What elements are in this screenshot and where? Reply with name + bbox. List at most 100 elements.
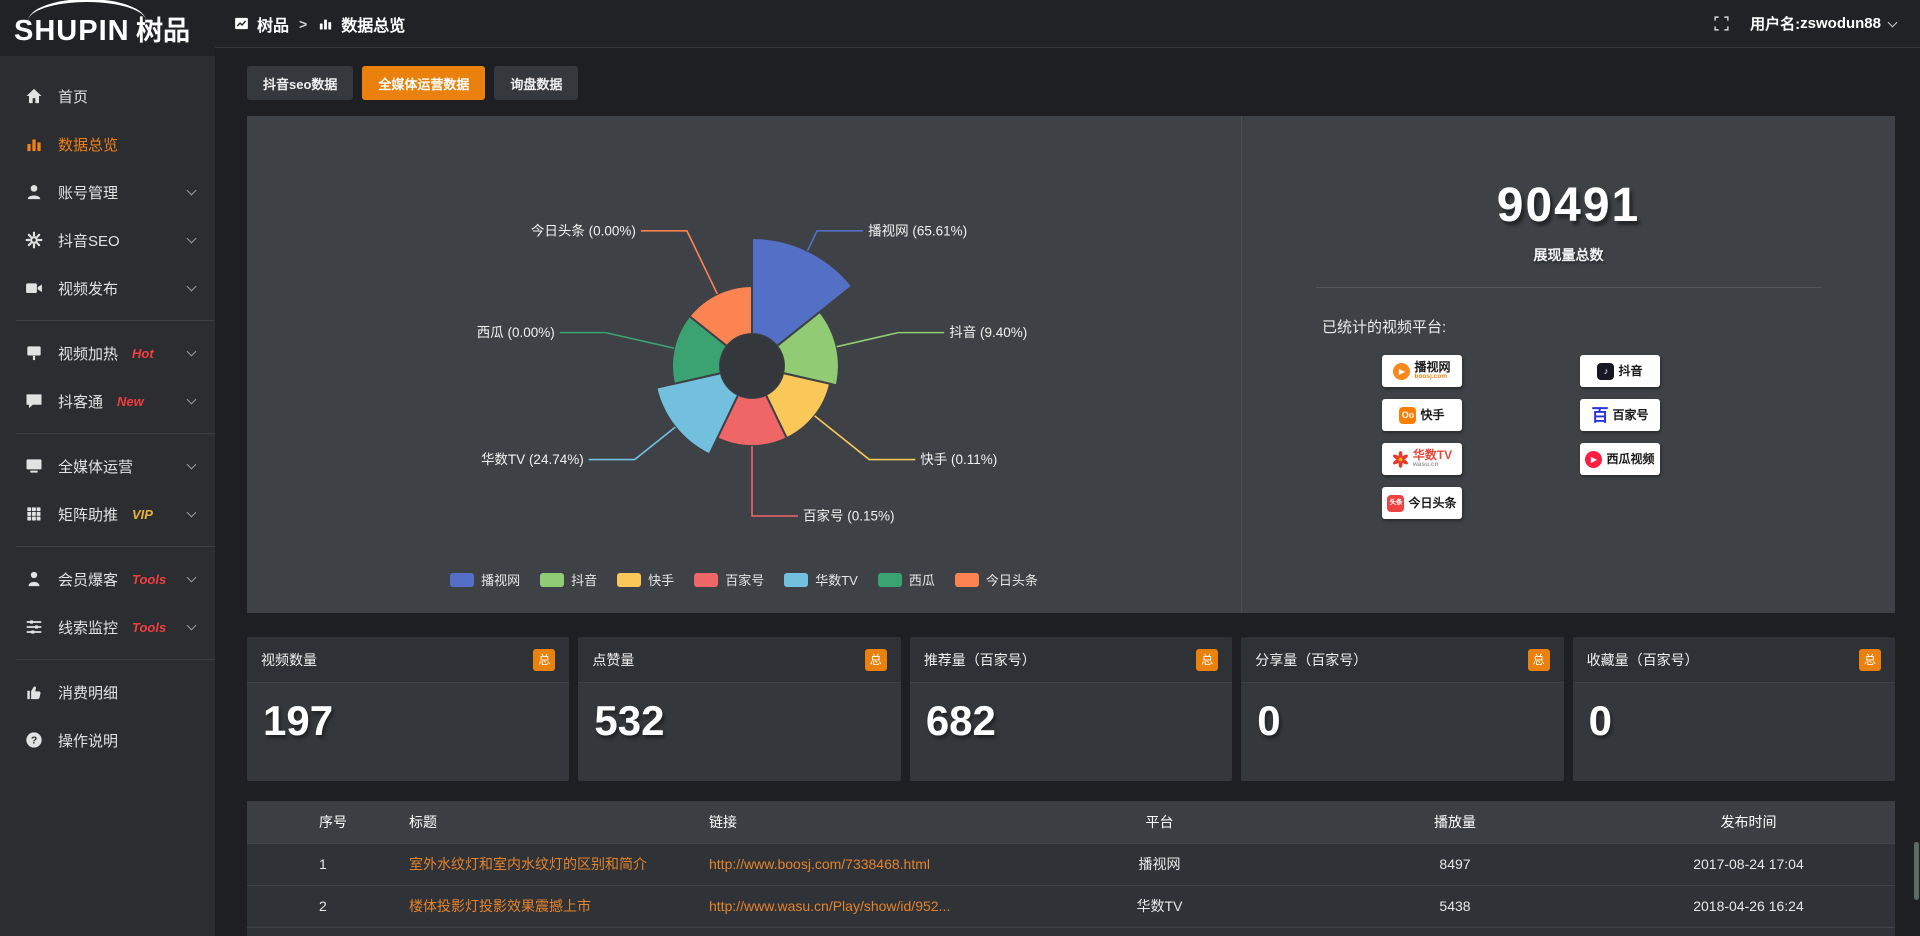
stat-card-total-badge[interactable]: 总 <box>533 649 555 671</box>
sidebar-item-label: 首页 <box>58 86 88 107</box>
cell-title[interactable]: 室外水纹灯和室内水纹灯的区别和简介 <box>401 843 701 885</box>
legend-swatch-icon <box>878 573 902 587</box>
platform-text: 今日头条 <box>1408 497 1456 510</box>
gear-icon <box>24 230 44 250</box>
video-table: 序号标题链接平台播放量发布时间 1室外水纹灯和室内水纹灯的区别和简介http:/… <box>247 801 1895 936</box>
sidebar-menu: 首页数据总览账号管理抖音SEO视频发布视频加热Hot抖客通New全媒体运营矩阵助… <box>0 56 215 936</box>
cell-link-url[interactable] <box>701 927 1011 936</box>
sidebar-item-1-1[interactable]: 抖客通New <box>0 377 215 425</box>
video-camera-icon <box>24 278 44 298</box>
bar-chart-icon <box>317 15 334 32</box>
cell-title[interactable] <box>401 927 701 936</box>
scrollbar-thumb[interactable] <box>1914 842 1919 900</box>
stat-card-total-badge[interactable]: 总 <box>865 649 887 671</box>
legend-item-6[interactable]: 今日头条 <box>955 570 1038 589</box>
pie-label-1: 抖音 (9.40%) <box>949 324 1027 340</box>
tab-0[interactable]: 抖音seo数据 <box>247 66 353 100</box>
cell-title[interactable]: 楼体投影灯投影效果震撼上市 <box>401 885 701 927</box>
cell-plays <box>1308 927 1602 936</box>
stat-card-total-badge[interactable]: 总 <box>1859 649 1881 671</box>
total-impressions-label: 展现量总数 <box>1242 245 1895 265</box>
stat-card-title: 点赞量 <box>592 650 634 670</box>
sidebar-item-2-0[interactable]: 全媒体运营 <box>0 442 215 490</box>
table-header-4: 平台 <box>1011 801 1308 843</box>
legend-label: 快手 <box>648 570 674 589</box>
breadcrumb-current[interactable]: 数据总览 <box>317 12 405 36</box>
cell-plays: 8497 <box>1308 843 1602 885</box>
content: 抖音seo数据全媒体运营数据询盘数据 播视网 (65.61%)抖音 (9.40%… <box>215 48 1920 936</box>
stat-card-total-badge[interactable]: 总 <box>1528 649 1550 671</box>
user-label: 用户名: <box>1750 13 1800 34</box>
legend-item-5[interactable]: 西瓜 <box>878 570 935 589</box>
stat-card-3: 分享量（百家号）总0 <box>1241 637 1563 781</box>
sidebar-item-0-0[interactable]: 首页 <box>0 72 215 120</box>
logo-arc-decoration <box>28 0 146 21</box>
pie-label-4: 华数TV (24.74%) <box>481 452 584 467</box>
platform-badge-2: Oo快手 <box>1382 399 1462 431</box>
fullscreen-icon[interactable] <box>1713 15 1730 32</box>
chevron-down-icon <box>187 234 197 244</box>
stat-card-total-badge[interactable]: 总 <box>1196 649 1218 671</box>
video-table-wrap: 序号标题链接平台播放量发布时间 1室外水纹灯和室内水纹灯的区别和简介http:/… <box>247 801 1895 936</box>
sidebar-item-label: 视频发布 <box>58 278 118 299</box>
pie-label-line-6 <box>641 231 717 294</box>
sidebar-divider <box>16 433 215 434</box>
sidebar-item-0-3[interactable]: 抖音SEO <box>0 216 215 264</box>
pie-label-line-1 <box>837 333 945 347</box>
home-icon <box>24 86 44 106</box>
sidebar-item-label: 矩阵助推 <box>58 504 118 525</box>
legend-item-0[interactable]: 播视网 <box>450 570 520 589</box>
chevron-down-icon <box>187 573 197 583</box>
summary-panel: 90491 展现量总数 已统计的视频平台: ▶播视网boosj.com♪抖音Oo… <box>1241 116 1895 613</box>
cell-link-url[interactable]: http://www.wasu.cn/Play/show/id/952... <box>701 885 1011 927</box>
cell-platform: 播视网 <box>1011 843 1308 885</box>
stat-card-header: 推荐量（百家号）总 <box>910 637 1232 683</box>
platform-text: 抖音 <box>1618 365 1642 378</box>
sidebar-item-label: 抖音SEO <box>58 230 120 251</box>
stat-card-value: 197 <box>247 683 569 759</box>
stat-card-title: 收藏量（百家号） <box>1587 650 1699 670</box>
tab-1[interactable]: 全媒体运营数据 <box>362 66 485 100</box>
legend-swatch-icon <box>540 573 564 587</box>
cell-time: 2017-08-24 17:04 <box>1602 843 1895 885</box>
username: zswodun88 <box>1800 15 1881 32</box>
toutiao-logo: 头条 <box>1387 495 1404 512</box>
breadcrumb-home[interactable]: 树品 <box>233 12 289 36</box>
rose-pie-chart: 播视网 (65.61%)抖音 (9.40%)快手 (0.11%)百家号 (0.1… <box>247 116 1241 556</box>
legend-item-1[interactable]: 抖音 <box>540 570 597 589</box>
xigua-logo: ▶ <box>1585 451 1602 468</box>
sidebar-item-0-4[interactable]: 视频发布 <box>0 264 215 312</box>
sidebar-divider <box>16 320 215 321</box>
tab-bar: 抖音seo数据全媒体运营数据询盘数据 <box>247 66 1895 100</box>
tab-2[interactable]: 询盘数据 <box>494 66 578 100</box>
user-menu[interactable]: 用户名: zswodun88 <box>1750 13 1896 34</box>
legend-swatch-icon <box>694 573 718 587</box>
sidebar-item-4-1[interactable]: ?操作说明 <box>0 716 215 764</box>
platforms-grid: ▶播视网boosj.com♪抖音Oo快手百百家号华数TVwasu.cn▶西瓜视频… <box>1382 355 1895 519</box>
platforms-title: 已统计的视频平台: <box>1322 316 1895 337</box>
sidebar-item-0-1[interactable]: 数据总览 <box>0 120 215 168</box>
platform-badge-3: 百百家号 <box>1580 399 1660 431</box>
app-logo[interactable]: SHUPIN 树品 <box>14 9 190 48</box>
platform-text: 西瓜视频 <box>1606 453 1654 466</box>
cell-link-url[interactable]: http://www.boosj.com/7338468.html <box>701 843 1011 885</box>
pie-label-line-2 <box>815 416 916 460</box>
total-impressions-value: 90491 <box>1242 178 1895 233</box>
sidebar-item-0-2[interactable]: 账号管理 <box>0 168 215 216</box>
topbar-right: 用户名: zswodun88 <box>1713 13 1896 34</box>
legend-item-2[interactable]: 快手 <box>617 570 674 589</box>
sidebar-item-3-0[interactable]: 会员爆客Tools <box>0 555 215 603</box>
legend-item-4[interactable]: 华数TV <box>784 570 858 589</box>
cell-index: 2 <box>311 885 401 927</box>
cell-checkbox <box>247 843 311 885</box>
sidebar-item-2-1[interactable]: 矩阵助推VIP <box>0 490 215 538</box>
chevron-down-icon <box>187 395 197 405</box>
boosj-logo: ▶ <box>1393 363 1410 380</box>
kuaishou-logo: Oo <box>1399 407 1416 424</box>
sidebar-item-1-0[interactable]: 视频加热Hot <box>0 329 215 377</box>
sidebar-item-4-0[interactable]: 消费明细 <box>0 668 215 716</box>
table-header-0 <box>247 801 311 843</box>
platform-name: 百家号 <box>1612 409 1648 422</box>
sidebar-item-3-1[interactable]: 线索监控Tools <box>0 603 215 651</box>
legend-item-3[interactable]: 百家号 <box>694 570 764 589</box>
